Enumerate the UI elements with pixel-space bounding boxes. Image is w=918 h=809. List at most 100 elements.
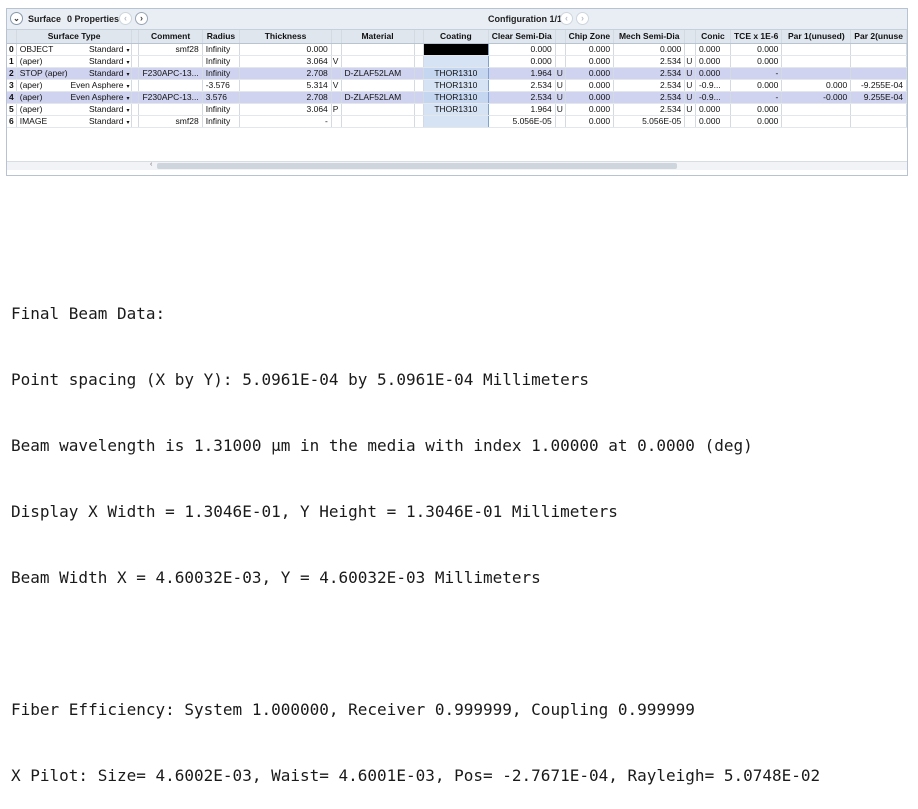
dropdown-arrow-icon[interactable]: ▾	[126, 108, 129, 114]
chip-zone-cell[interactable]: 0.000	[565, 43, 615, 56]
horizontal-scrollbar[interactable]: ‹	[7, 161, 907, 170]
table-row[interactable]: 6 IMAGE Standard ▾ smf28 Infinity -5.056E-05 0.…	[7, 115, 907, 128]
column-header[interactable]: Par 1(unused)	[781, 30, 852, 44]
table-row[interactable]: 2 STOP (aper) Standard ▾ F230APC-13... Infini…	[7, 67, 907, 80]
column-header[interactable]: Chip Zone	[565, 30, 615, 44]
thickness-cell[interactable]: 3.064	[239, 55, 332, 68]
dropdown-arrow-icon[interactable]: ▾	[126, 120, 129, 126]
tce-cell[interactable]: 0.000	[730, 43, 783, 56]
mech-semi-dia-cell[interactable]: 5.056E-05	[613, 115, 686, 128]
mech-semi-dia-solve-cell[interactable]	[684, 115, 696, 128]
radius-cell[interactable]: -3.576	[202, 79, 241, 92]
mech-semi-dia-solve-cell[interactable]: U	[684, 67, 696, 80]
coating-cell[interactable]	[422, 55, 489, 68]
clear-semi-dia-solve-cell[interactable]: U	[555, 91, 566, 104]
surface-type-dropdown[interactable]: Standard ▾	[89, 44, 130, 54]
surface-name-cell[interactable]: (aper) Even Asphere ▾	[16, 79, 133, 92]
material-solve-cell[interactable]	[414, 43, 424, 56]
thickness-cell[interactable]: 5.314	[239, 79, 332, 92]
chip-zone-cell[interactable]: 0.000	[565, 67, 615, 80]
radius-cell[interactable]: Infinity	[202, 67, 241, 80]
coating-cell[interactable]	[422, 115, 489, 128]
radius-cell[interactable]: Infinity	[202, 103, 241, 116]
dropdown-arrow-icon[interactable]: ▾	[126, 60, 129, 66]
tce-cell[interactable]: 0.000	[730, 79, 783, 92]
type-solve-cell[interactable]	[131, 43, 140, 56]
mech-semi-dia-cell[interactable]: 2.534	[613, 67, 686, 80]
mech-semi-dia-cell[interactable]: 2.534	[613, 91, 686, 104]
column-header[interactable]: Mech Semi-Dia	[613, 30, 686, 44]
material-cell[interactable]: D-ZLAF52LAM	[341, 91, 415, 104]
par1-cell[interactable]	[781, 103, 852, 116]
thickness-solve-cell[interactable]	[331, 115, 342, 128]
comment-cell[interactable]	[138, 103, 203, 116]
material-cell[interactable]	[341, 79, 415, 92]
column-header[interactable]: Radius	[202, 30, 241, 44]
surface-name-cell[interactable]: (aper) Standard ▾	[16, 55, 133, 68]
chip-zone-cell[interactable]: 0.000	[565, 115, 615, 128]
surface-type-dropdown[interactable]: Standard ▾	[89, 56, 130, 66]
mech-semi-dia-cell[interactable]: 0.000	[613, 43, 686, 56]
mech-semi-dia-solve-cell[interactable]: U	[684, 103, 696, 116]
column-header[interactable]	[414, 30, 424, 44]
radius-cell[interactable]: Infinity	[202, 43, 241, 56]
thickness-cell[interactable]: 0.000	[239, 43, 332, 56]
thickness-solve-cell[interactable]: V	[331, 79, 342, 92]
prev-surface-icon[interactable]: ‹	[119, 12, 132, 25]
clear-semi-dia-cell[interactable]: 2.534	[488, 91, 556, 104]
par2-cell[interactable]	[850, 43, 907, 56]
surface-type-dropdown[interactable]: Even Asphere ▾	[71, 92, 130, 102]
thickness-solve-cell[interactable]: P	[331, 103, 342, 116]
surface-name-cell[interactable]: IMAGE Standard ▾	[16, 115, 133, 128]
column-header[interactable]	[684, 30, 696, 44]
par2-cell[interactable]	[850, 115, 907, 128]
conic-cell[interactable]: 0.000	[695, 67, 731, 80]
tce-cell[interactable]: 0.000	[730, 103, 783, 116]
type-solve-cell[interactable]	[131, 55, 140, 68]
material-cell[interactable]	[341, 115, 415, 128]
tce-cell[interactable]: -	[730, 91, 783, 104]
par1-cell[interactable]	[781, 43, 852, 56]
comment-cell[interactable]: smf28	[138, 43, 203, 56]
type-solve-cell[interactable]	[131, 103, 140, 116]
type-solve-cell[interactable]	[131, 79, 140, 92]
chip-zone-cell[interactable]: 0.000	[565, 79, 615, 92]
clear-semi-dia-solve-cell[interactable]: U	[555, 103, 566, 116]
material-solve-cell[interactable]	[414, 55, 424, 68]
radius-cell[interactable]: Infinity	[202, 55, 241, 68]
mech-semi-dia-solve-cell[interactable]: U	[684, 91, 696, 104]
comment-cell[interactable]	[138, 55, 203, 68]
column-header[interactable]: Coating	[423, 30, 489, 44]
material-solve-cell[interactable]	[414, 67, 424, 80]
column-header[interactable]: TCE x 1E-6	[730, 30, 783, 44]
scrollbar-thumb[interactable]	[157, 163, 677, 169]
chip-zone-cell[interactable]: 0.000	[565, 91, 615, 104]
thickness-cell[interactable]: 2.708	[239, 91, 332, 104]
properties-count-label[interactable]: 0 Properties	[67, 14, 119, 24]
material-cell[interactable]	[341, 43, 415, 56]
surface-properties-toggle[interactable]: Surface	[28, 14, 61, 24]
par1-cell[interactable]: 0.000	[781, 79, 852, 92]
coating-cell[interactable]	[422, 43, 489, 56]
mech-semi-dia-solve-cell[interactable]	[684, 43, 696, 56]
column-header[interactable]: Par 2(unuse	[850, 30, 907, 44]
surface-name-cell[interactable]: STOP (aper) Standard ▾	[16, 67, 133, 80]
surface-type-dropdown[interactable]: Standard ▾	[89, 116, 130, 126]
tce-cell[interactable]: 0.000	[730, 55, 783, 68]
comment-cell[interactable]: smf28	[138, 115, 203, 128]
clear-semi-dia-solve-cell[interactable]: U	[555, 67, 566, 80]
clear-semi-dia-cell[interactable]: 0.000	[488, 43, 556, 56]
conic-cell[interactable]: 0.000	[695, 43, 731, 56]
radius-cell[interactable]: 3.576	[202, 91, 241, 104]
next-surface-icon[interactable]: ›	[135, 12, 148, 25]
scroll-left-icon[interactable]: ‹	[150, 161, 152, 168]
column-header[interactable]: Thickness	[239, 30, 332, 44]
table-row[interactable]: 0 OBJECT Standard ▾ smf28 Infinity 0.000 0.000 0…	[7, 43, 907, 56]
par2-cell[interactable]: 9.255E-04	[850, 91, 907, 104]
conic-cell[interactable]: 0.000	[695, 103, 731, 116]
coating-cell[interactable]: THOR1310	[422, 103, 489, 116]
collapse-chevron-icon[interactable]: ⌄	[10, 12, 23, 25]
material-solve-cell[interactable]	[414, 91, 424, 104]
type-solve-cell[interactable]	[131, 67, 140, 80]
conic-cell[interactable]: -0.9...	[695, 91, 731, 104]
